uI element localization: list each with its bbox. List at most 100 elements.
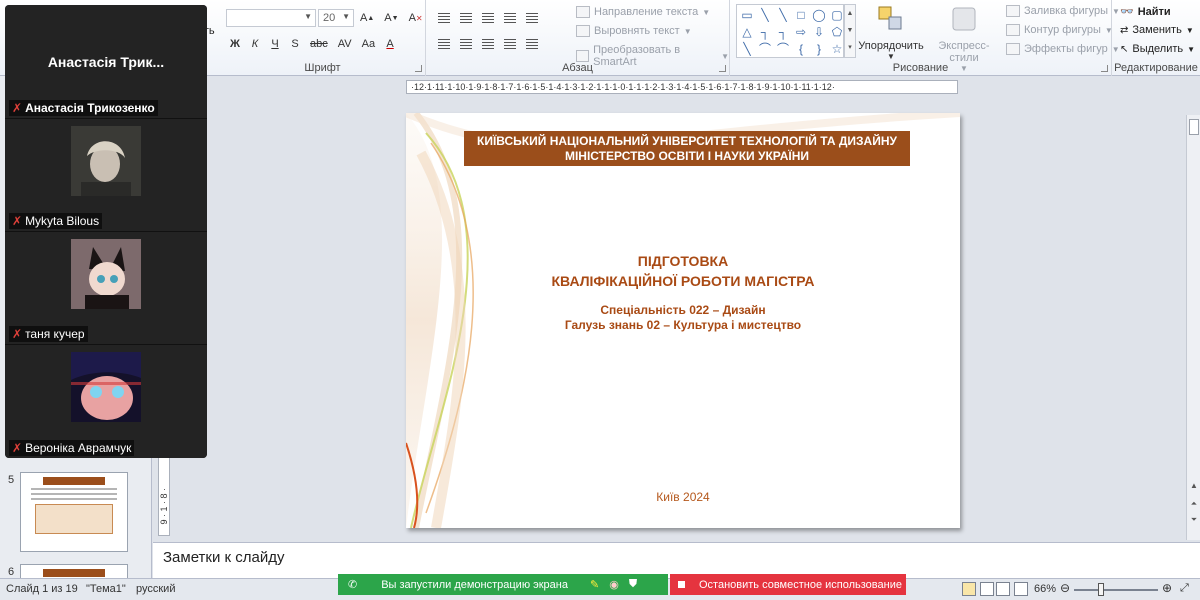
columns-button[interactable] [522, 34, 542, 54]
underline-button[interactable]: Ч [266, 34, 284, 54]
numbering-button[interactable] [456, 8, 476, 28]
university-banner[interactable]: КИЇВСЬКИЙ НАЦІОНАЛЬНИЙ УНІВЕРСИТЕТ ТЕХНО… [464, 131, 910, 166]
right-brace-shape-icon[interactable]: } [810, 40, 828, 57]
line-shape-icon[interactable]: ╲ [756, 6, 774, 23]
triangle-shape-icon[interactable]: △ [738, 23, 756, 40]
active-speaker-tile[interactable]: Анастасія Трик... ✗ Анастасія Трикозенко [5, 5, 207, 119]
align-center-button[interactable] [456, 34, 476, 54]
arc-shape-icon[interactable]: ⌒ [774, 40, 792, 57]
zoom-slider-knob[interactable] [1098, 583, 1104, 596]
mic-muted-icon: ✗ [12, 327, 23, 341]
font-group: ▼ 20 ▼ A ▲ A ▼ A ✕ Ж К Ч S abc AV Aa A Шрифт [220, 0, 426, 76]
prev-slide-icon[interactable]: ⏶ [1188, 499, 1200, 513]
line2-shape-icon[interactable]: ╲ [774, 6, 792, 23]
slideshow-icon[interactable] [1014, 582, 1028, 596]
bullets-button[interactable] [434, 8, 454, 28]
cursor-icon: ↖ [1120, 43, 1129, 55]
align-right-button[interactable] [478, 34, 498, 54]
decrease-indent-button[interactable] [478, 8, 498, 28]
thumbnail-number: 6 [8, 566, 15, 578]
right-arrow-shape-icon[interactable]: ⇨ [792, 23, 810, 40]
thumbnail-number: 5 [8, 474, 15, 486]
zoom-level[interactable]: 66% [1034, 583, 1056, 595]
justify-button[interactable] [500, 34, 520, 54]
specialty-text[interactable]: Спеціальність 022 – Дизайн [406, 303, 960, 317]
normal-view-icon[interactable] [962, 582, 976, 596]
align-text-button[interactable]: Выровнять текст ▼ [576, 25, 692, 37]
spacing-button[interactable]: AV [334, 34, 356, 54]
slide-title-line2[interactable]: КВАЛІФІКАЦІЙНОЇ РОБОТИ МАГІСТРА [406, 273, 960, 289]
participant-label: ✗ Анастасія Трикозенко [9, 100, 158, 116]
shape-fill-button[interactable]: Заливка фигуры ▼ [1006, 5, 1120, 17]
participant-tile[interactable]: ✗ Mykyta Bilous [5, 119, 207, 232]
italic-button[interactable]: К [246, 34, 264, 54]
grow-font-button[interactable]: A ▲ [356, 8, 378, 28]
text-direction-button[interactable]: Направление текста ▼ [576, 6, 710, 18]
next-slide-icon[interactable]: ⏷ [1188, 515, 1200, 529]
slide-counter: Слайд 1 из 19 [6, 583, 78, 595]
shape-outline-button[interactable]: Контур фигуры ▼ [1006, 24, 1113, 36]
angle-shape-icon[interactable]: ╲ [738, 40, 756, 57]
slide-thumbnail-5[interactable] [20, 472, 128, 552]
shapes-gallery-scroll[interactable]: ▲ ▼ ▾ [844, 4, 856, 58]
vertical-scrollbar[interactable]: ▲ ⏶ ⏷ [1186, 115, 1200, 540]
find-button[interactable]: 👓 Найти [1120, 5, 1171, 19]
select-button[interactable]: ↖ Выделить ▼ [1120, 43, 1195, 55]
curve-shape-icon[interactable]: ⌒ [756, 40, 774, 57]
quick-styles-button[interactable]: Экспресс-стили ▼ [924, 4, 1004, 73]
font-name-box[interactable]: ▼ [226, 9, 316, 27]
mic-muted-icon[interactable]: ✎ [590, 578, 599, 591]
scroll-up-arrow-icon[interactable]: ▲ [1188, 481, 1200, 495]
mic-muted-icon: ✗ [12, 214, 23, 228]
bold-button[interactable]: Ж [226, 34, 244, 54]
elbow2-shape-icon[interactable]: ┐ [774, 23, 792, 40]
zoom-in-icon[interactable]: ⊕ [1162, 581, 1172, 595]
field-text[interactable]: Галузь знань 02 – Культура і мистецтво [406, 318, 960, 332]
pen-icon [1006, 24, 1020, 36]
theme-name: "Тема1" [86, 583, 126, 595]
shape-effects-button[interactable]: Эффекты фигур ▼ [1006, 43, 1120, 55]
slide-sorter-icon[interactable] [980, 582, 994, 596]
language-indicator[interactable]: русский [136, 583, 175, 595]
quick-styles-icon [952, 7, 976, 31]
drawing-dialog-launcher[interactable] [1101, 65, 1108, 72]
increase-indent-button[interactable] [500, 8, 520, 28]
textbox-shape-icon[interactable]: ▭ [738, 6, 756, 23]
participant-avatar [71, 239, 141, 309]
paragraph-dialog-launcher[interactable] [719, 65, 726, 72]
clear-format-button[interactable]: A ✕ [405, 8, 427, 28]
arrange-button[interactable]: Упорядочить ▼ [856, 4, 926, 61]
elbow-shape-icon[interactable]: ┐ [756, 23, 774, 40]
down-arrow-shape-icon[interactable]: ⇩ [810, 23, 828, 40]
line-spacing-button[interactable] [522, 8, 542, 28]
font-dialog-launcher[interactable] [415, 65, 422, 72]
shrink-font-button[interactable]: A ▼ [380, 8, 402, 28]
left-brace-shape-icon[interactable]: { [792, 40, 810, 57]
record-icon[interactable]: ◉ [609, 578, 619, 591]
strikethrough-button[interactable]: abc [306, 34, 332, 54]
align-text-icon [576, 25, 590, 37]
participant-tile[interactable]: ✗ Вероніка Аврамчук [5, 345, 207, 458]
phone-icon[interactable]: ✆ [348, 578, 357, 591]
zoom-slider[interactable] [1074, 589, 1158, 591]
font-color-button[interactable]: A [381, 34, 399, 54]
scroll-thumb[interactable] [1189, 119, 1199, 135]
participant-tile[interactable]: ✗ таня кучер [5, 232, 207, 345]
align-left-button[interactable] [434, 34, 454, 54]
replace-button[interactable]: ⇄ Заменить ▼ [1120, 24, 1194, 36]
shapes-gallery[interactable]: ▭ ╲ ╲ □ ◯ ▢ △ ┐ ┐ ⇨ ⇩ ⬠ ╲ ⌒ ⌒ { } ☆ [736, 4, 844, 58]
text-direction-icon [576, 6, 590, 18]
shadow-button[interactable]: S [286, 34, 304, 54]
shield-icon[interactable]: ⛊ [629, 578, 637, 591]
font-size-box[interactable]: 20 ▼ [318, 9, 354, 27]
fit-to-window-icon[interactable]: ⤢ [1180, 582, 1189, 595]
slide-canvas[interactable]: КИЇВСЬКИЙ НАЦІОНАЛЬНИЙ УНІВЕРСИТЕТ ТЕХНО… [406, 113, 960, 528]
reading-view-icon[interactable] [996, 582, 1010, 596]
zoom-out-icon[interactable]: ⊖ [1060, 581, 1070, 595]
slide-title-line1[interactable]: ПІДГОТОВКА [406, 253, 960, 269]
rectangle-shape-icon[interactable]: □ [792, 6, 810, 23]
oval-shape-icon[interactable]: ◯ [810, 6, 828, 23]
change-case-button[interactable]: Aa [358, 34, 379, 54]
stop-share-button[interactable]: Остановить совместное использование [670, 574, 906, 595]
city-year-text[interactable]: Київ 2024 [406, 490, 960, 504]
